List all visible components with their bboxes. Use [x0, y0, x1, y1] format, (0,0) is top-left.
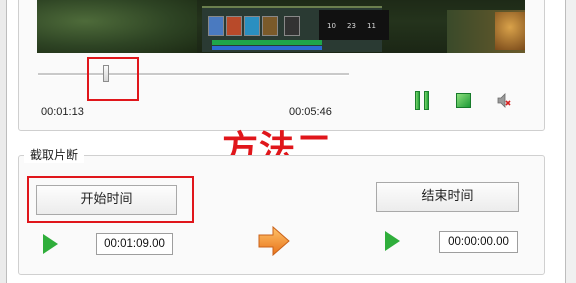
video-map-area: [37, 0, 197, 53]
window-left-edge: [0, 0, 7, 283]
stop-icon[interactable]: [456, 93, 471, 108]
start-time-field[interactable]: 00:01:09.00: [96, 233, 173, 255]
hud-slot: [262, 16, 278, 36]
play-icon[interactable]: [43, 234, 58, 254]
hero-portrait: [495, 12, 525, 50]
hud-slot: [226, 16, 242, 36]
speaker-muted-icon[interactable]: [497, 93, 511, 108]
video-inventory: 10 23 11: [319, 10, 389, 40]
end-time-field[interactable]: 00:00:00.00: [439, 231, 518, 253]
video-preview[interactable]: 10 23 11: [37, 0, 525, 53]
hud-slot: [284, 16, 300, 36]
highlight-box-seek-thumb: [87, 57, 139, 101]
overlay-counter: 10: [327, 22, 336, 30]
total-time: 00:05:46: [289, 106, 332, 118]
play-icon[interactable]: [385, 231, 400, 251]
clip-group-label: 截取片断: [24, 146, 85, 163]
end-time-button[interactable]: 结束时间: [376, 182, 519, 212]
overlay-counter: 11: [367, 22, 376, 30]
overlay-counter: 23: [347, 22, 356, 30]
current-time: 00:01:13: [41, 106, 84, 118]
hud-health-bar: [212, 40, 322, 45]
hud-mana-bar: [212, 46, 322, 50]
right-arrow-icon: [258, 225, 290, 257]
seek-bar-track[interactable]: [38, 73, 349, 76]
hud-slot: [208, 16, 224, 36]
pause-icon[interactable]: [415, 91, 429, 110]
window-scrollbar[interactable]: [565, 0, 576, 283]
hud-slot: [244, 16, 260, 36]
highlight-box-start-button: [27, 176, 194, 223]
